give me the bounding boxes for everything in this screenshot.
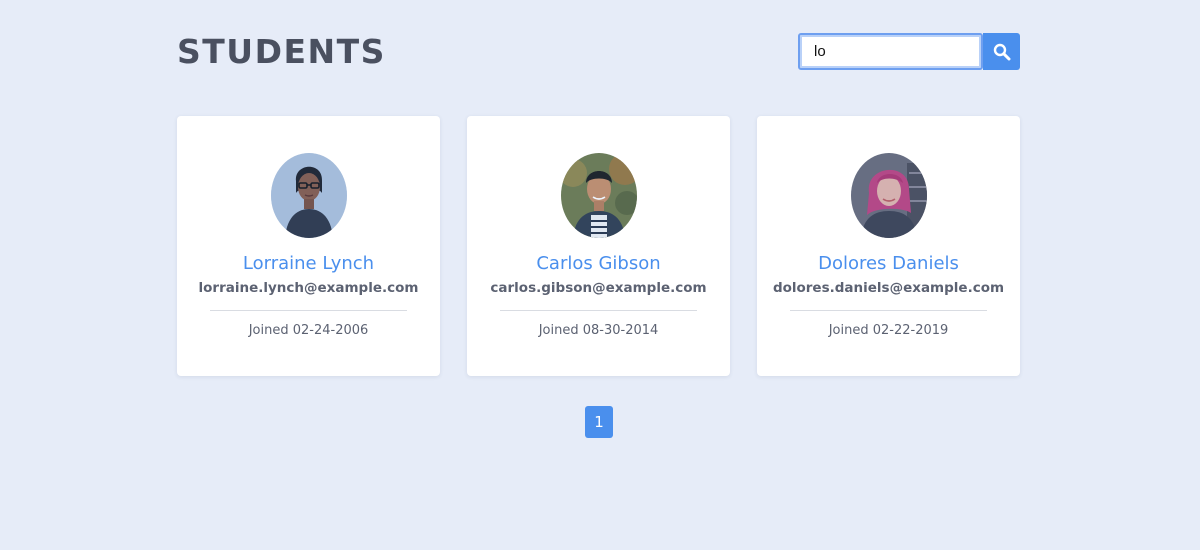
student-joined-date: Joined 02-22-2019 bbox=[828, 323, 949, 338]
search-icon bbox=[993, 43, 1010, 60]
avatar bbox=[851, 153, 927, 238]
student-name: Carlos Gibson bbox=[536, 253, 661, 274]
pagination: 1 bbox=[585, 406, 613, 438]
student-joined-date: Joined 08-30-2014 bbox=[538, 323, 659, 338]
divider bbox=[210, 310, 407, 311]
student-email: dolores.daniels@example.com bbox=[772, 280, 1005, 296]
avatar bbox=[271, 153, 347, 238]
search-input[interactable] bbox=[798, 33, 983, 70]
student-card: Carlos Gibson carlos.gibson@example.com … bbox=[467, 116, 730, 376]
divider bbox=[790, 310, 987, 311]
student-email: carlos.gibson@example.com bbox=[490, 280, 707, 296]
page-link-1[interactable]: 1 bbox=[585, 406, 613, 438]
page-header: STUDENTS bbox=[177, 30, 1020, 74]
student-card: Dolores Daniels dolores.daniels@example.… bbox=[757, 116, 1020, 376]
page-title: STUDENTS bbox=[177, 32, 386, 71]
student-email: lorraine.lynch@example.com bbox=[198, 280, 419, 296]
student-name: Lorraine Lynch bbox=[242, 253, 375, 274]
student-list: Lorraine Lynch lorraine.lynch@example.co… bbox=[177, 116, 1020, 376]
student-joined-date: Joined 02-24-2006 bbox=[248, 323, 369, 338]
student-name: Dolores Daniels bbox=[818, 253, 959, 274]
search-button[interactable] bbox=[983, 33, 1020, 70]
student-card: Lorraine Lynch lorraine.lynch@example.co… bbox=[177, 116, 440, 376]
divider bbox=[500, 310, 697, 311]
avatar bbox=[561, 153, 637, 238]
search-form bbox=[798, 33, 1020, 70]
